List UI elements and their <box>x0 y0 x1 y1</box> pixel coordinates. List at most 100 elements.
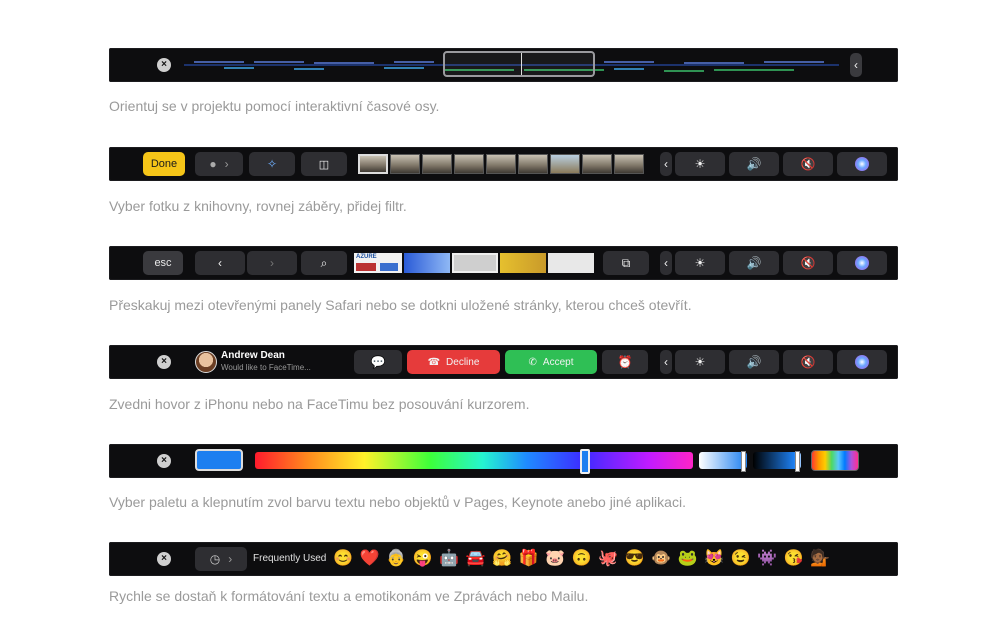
volume-icon[interactable]: 🔊 <box>729 251 779 275</box>
decline-button[interactable]: ☎ Decline <box>407 350 500 374</box>
escape-key[interactable]: esc <box>143 251 183 275</box>
phone-icon: ✆ <box>528 356 537 368</box>
brightness-icon[interactable]: ☀ <box>675 350 725 374</box>
forward-button[interactable]: › <box>247 251 297 275</box>
new-tab-button[interactable]: ⧉ <box>603 251 649 275</box>
chevron-right-icon: › <box>224 157 229 171</box>
photo-thumbnail[interactable] <box>518 154 548 174</box>
chevron-left-icon[interactable]: ‹ <box>660 251 672 275</box>
compare-button[interactable]: ◫ <box>301 152 347 176</box>
tab-preview[interactable] <box>452 253 498 273</box>
touchbar-photos: Done ● › ✧ ◫ ‹ ☀ 🔊 🔇 <box>109 147 898 181</box>
done-button[interactable]: Done <box>143 152 185 176</box>
emoji-key[interactable]: 🤗 <box>492 548 512 570</box>
tab-preview[interactable] <box>548 253 594 273</box>
photo-thumbnail[interactable] <box>486 154 516 174</box>
tab-preview[interactable] <box>500 253 546 273</box>
caller-subtitle: Would like to FaceTime... <box>221 363 311 372</box>
new-tab-icon: ⧉ <box>621 255 631 270</box>
caption-colors: Vyber paletu a klepnutím zvol barvu text… <box>109 494 686 510</box>
touchbar-colors: × <box>109 444 898 478</box>
message-bubble-icon: 💬 <box>370 355 386 369</box>
emoji-key[interactable]: 🙃 <box>572 548 592 570</box>
emoji-key[interactable]: 🐙 <box>598 548 618 570</box>
photo-thumbnail[interactable] <box>390 154 420 174</box>
emoji-key[interactable]: 👵 <box>386 548 406 570</box>
lightness-slider[interactable] <box>699 451 747 472</box>
caption-facetime: Zvedni hovor z iPhonu nebo na FaceTimu b… <box>109 396 530 412</box>
compare-icon: ◫ <box>318 158 330 171</box>
emoji-key[interactable]: 🤖 <box>439 548 459 570</box>
photo-scrubber[interactable] <box>357 152 645 176</box>
emoji-key[interactable]: 👾 <box>757 548 777 570</box>
caller-name: Andrew Dean <box>221 350 285 361</box>
photo-thumbnail[interactable] <box>550 154 580 174</box>
emoji-key[interactable]: 😊 <box>333 548 353 570</box>
close-icon[interactable]: × <box>157 58 171 72</box>
photo-thumbnail[interactable] <box>358 154 388 174</box>
emoji-key[interactable]: 🎁 <box>519 548 539 570</box>
avatar <box>195 351 217 373</box>
emoji-key[interactable]: ❤️ <box>360 548 380 570</box>
siri-icon[interactable] <box>837 152 887 176</box>
magic-wand-icon: ✧ <box>266 157 278 171</box>
chevron-left-icon[interactable]: ‹ <box>850 53 862 77</box>
emoji-key[interactable]: 😻 <box>704 548 724 570</box>
volume-icon[interactable]: 🔊 <box>729 152 779 176</box>
darkness-slider-handle[interactable] <box>795 451 800 472</box>
touchbar-timeline: × ‹ <box>109 48 898 82</box>
timeline-viewport-window[interactable] <box>443 51 595 77</box>
emoji-scrubber[interactable]: 😊 ❤️ 👵 😜 🤖 🚘 🤗 🎁 🐷 🙃 🐙 😎 🐵 🐸 😻 😉 👾 😘 💁🏾 <box>333 542 865 576</box>
touchbar-safari: esc ‹ › ⌕ AZURE ⧉ ‹ ☀ 🔊 🔇 <box>109 246 898 280</box>
caption-timeline: Orientuj se v projektu pomocí interaktiv… <box>109 98 440 114</box>
mute-icon[interactable]: 🔇 <box>783 350 833 374</box>
message-button[interactable]: 💬 <box>354 350 402 374</box>
back-button[interactable]: ‹ <box>195 251 245 275</box>
siri-icon[interactable] <box>837 350 887 374</box>
chevron-left-icon[interactable]: ‹ <box>660 152 672 176</box>
touchbar-emoji: × ◷ › Frequently Used 😊 ❤️ 👵 😜 🤖 🚘 🤗 🎁 🐷 🙃 🐙 😎 🐵 🐸 😻 😉 👾… <box>109 542 898 576</box>
emoji-category-button[interactable]: ◷ › <box>195 547 247 571</box>
emoji-key[interactable]: 😜 <box>413 548 433 570</box>
mute-icon[interactable]: 🔇 <box>783 251 833 275</box>
close-icon[interactable]: × <box>157 552 171 566</box>
palette-picker[interactable] <box>811 450 859 471</box>
accept-label: Accept <box>542 356 574 368</box>
tab-preview[interactable] <box>404 253 450 273</box>
chevron-right-icon: › <box>228 552 233 566</box>
chevron-left-icon[interactable]: ‹ <box>660 350 672 374</box>
accept-button[interactable]: ✆ Accept <box>505 350 597 374</box>
photo-thumbnail[interactable] <box>422 154 452 174</box>
filter-button[interactable]: ● › <box>195 152 243 176</box>
photo-thumbnail[interactable] <box>582 154 612 174</box>
emoji-key[interactable]: 😘 <box>784 548 804 570</box>
current-color-swatch[interactable] <box>195 449 243 471</box>
hue-slider-handle[interactable] <box>580 449 590 474</box>
emoji-key[interactable]: 🐸 <box>678 548 698 570</box>
tab-preview[interactable]: AZURE <box>354 253 402 273</box>
chevron-left-icon: ‹ <box>218 256 222 270</box>
darkness-slider[interactable] <box>753 451 801 472</box>
brightness-icon[interactable]: ☀ <box>675 152 725 176</box>
enhance-button[interactable]: ✧ <box>249 152 295 176</box>
search-button[interactable]: ⌕ <box>301 251 347 275</box>
volume-icon[interactable]: 🔊 <box>729 350 779 374</box>
lightness-slider-handle[interactable] <box>741 451 746 472</box>
emoji-key[interactable]: 😎 <box>625 548 645 570</box>
brightness-icon[interactable]: ☀ <box>675 251 725 275</box>
emoji-key[interactable]: 😉 <box>731 548 751 570</box>
emoji-key[interactable]: 🐷 <box>545 548 565 570</box>
emoji-key[interactable]: 🐵 <box>651 548 671 570</box>
close-icon[interactable]: × <box>157 355 171 369</box>
siri-icon[interactable] <box>837 251 887 275</box>
tab-scrubber[interactable]: AZURE <box>353 251 595 275</box>
emoji-key[interactable]: 💁🏾 <box>810 548 830 570</box>
mute-icon[interactable]: 🔇 <box>783 152 833 176</box>
remind-button[interactable]: ⏰ <box>602 350 648 374</box>
photo-thumbnail[interactable] <box>454 154 484 174</box>
clock-icon: ◷ <box>209 552 221 566</box>
close-icon[interactable]: × <box>157 454 171 468</box>
photo-thumbnail[interactable] <box>614 154 644 174</box>
hue-slider[interactable] <box>255 449 693 474</box>
emoji-key[interactable]: 🚘 <box>466 548 486 570</box>
